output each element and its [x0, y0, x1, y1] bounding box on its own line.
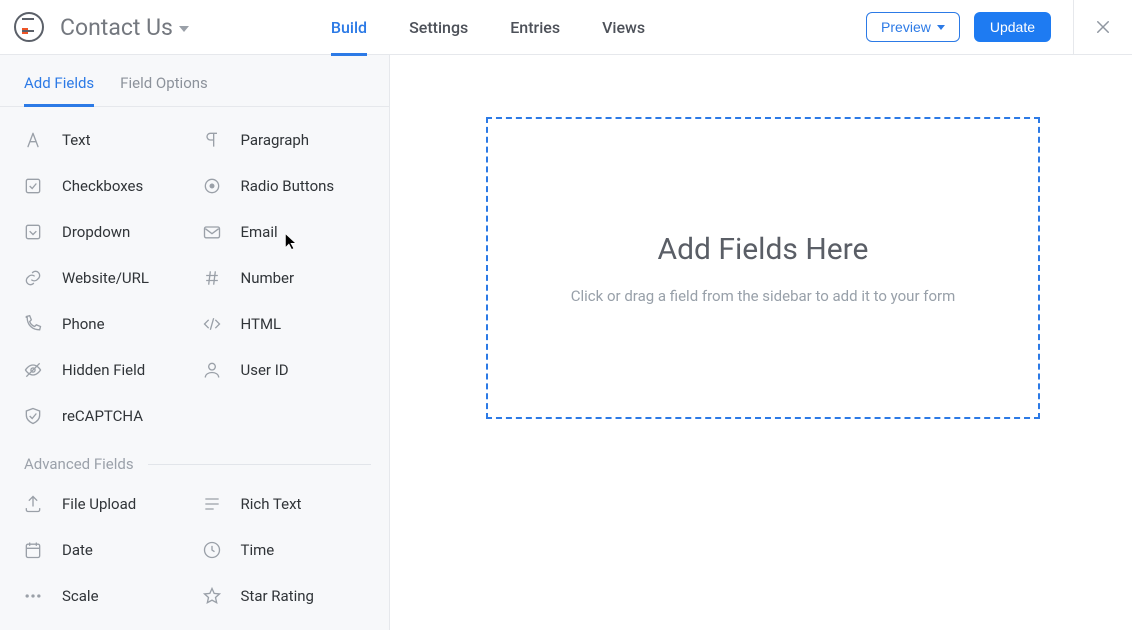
field-radio[interactable]: Radio Buttons	[197, 165, 372, 207]
close-button[interactable]	[1092, 16, 1114, 38]
radio-icon	[201, 175, 223, 197]
link-icon	[22, 267, 44, 289]
field-email[interactable]: Email	[197, 211, 372, 253]
field-richtext[interactable]: Rich Text	[197, 483, 372, 525]
field-label: Website/URL	[62, 269, 149, 287]
close-icon	[1094, 18, 1112, 36]
tab-build[interactable]: Build	[331, 0, 367, 55]
upload-icon	[22, 493, 44, 515]
form-canvas: Add Fields Here Click or drag a field fr…	[390, 55, 1132, 630]
dropzone-subtitle: Click or drag a field from the sidebar t…	[571, 287, 956, 305]
field-label: File Upload	[62, 495, 136, 513]
field-phone[interactable]: Phone	[18, 303, 193, 345]
field-label: Time	[241, 541, 275, 559]
field-label: Dropdown	[62, 223, 130, 241]
code-icon	[201, 313, 223, 335]
field-label: Text	[62, 131, 91, 149]
form-dropzone[interactable]: Add Fields Here Click or drag a field fr…	[486, 117, 1040, 419]
field-label: Scale	[62, 587, 99, 605]
field-label: Checkboxes	[62, 177, 143, 195]
chevron-down-icon	[179, 26, 189, 32]
form-title-dropdown[interactable]: Contact Us	[60, 14, 189, 41]
field-date[interactable]: Date	[18, 529, 193, 571]
field-label: User ID	[241, 361, 289, 379]
hash-icon	[201, 267, 223, 289]
field-text[interactable]: Text	[18, 119, 193, 161]
sidebar-field-list: Text Paragraph Checkboxes Radio Buttons Drop…	[0, 107, 389, 630]
form-title-text: Contact Us	[60, 14, 173, 41]
field-link[interactable]: Website/URL	[18, 257, 193, 299]
text-icon	[22, 129, 44, 151]
field-label: reCAPTCHA	[62, 407, 143, 425]
update-button[interactable]: Update	[974, 12, 1051, 42]
field-star[interactable]: Star Rating	[197, 575, 372, 617]
hidden-icon	[22, 359, 44, 381]
field-label: Phone	[62, 315, 105, 333]
preview-button[interactable]: Preview	[866, 12, 960, 42]
field-label: Star Rating	[241, 587, 314, 605]
field-user[interactable]: User ID	[197, 349, 372, 391]
sidebar-tab-field-options[interactable]: Field Options	[120, 74, 208, 106]
field-label: Hidden Field	[62, 361, 145, 379]
tab-settings[interactable]: Settings	[409, 0, 468, 55]
tab-views[interactable]: Views	[602, 0, 645, 55]
sidebar-tab-add-fields[interactable]: Add Fields	[24, 74, 94, 106]
header-actions: Preview Update	[866, 0, 1114, 55]
field-label: Date	[62, 541, 93, 559]
divider	[1073, 0, 1074, 55]
field-label: Email	[241, 223, 278, 241]
field-label: Radio Buttons	[241, 177, 335, 195]
field-scale[interactable]: Scale	[18, 575, 193, 617]
richtext-icon	[201, 493, 223, 515]
app-logo-icon	[14, 12, 44, 42]
shield-icon	[22, 405, 44, 427]
app-header: Contact Us Build Settings Entries Views …	[0, 0, 1132, 55]
field-hash[interactable]: Number	[197, 257, 372, 299]
chevron-down-icon	[937, 25, 945, 30]
field-code[interactable]: HTML	[197, 303, 372, 345]
field-dropdown[interactable]: Dropdown	[18, 211, 193, 253]
paragraph-icon	[201, 129, 223, 151]
field-time[interactable]: Time	[197, 529, 372, 571]
checkbox-icon	[22, 175, 44, 197]
field-label: Rich Text	[241, 495, 302, 513]
sidebar-section-advanced: Advanced Fields	[24, 455, 371, 473]
main-tabs: Build Settings Entries Views	[331, 0, 645, 55]
sidebar: Add Fields Field Options Text Paragraph Ch…	[0, 55, 390, 630]
field-checkbox[interactable]: Checkboxes	[18, 165, 193, 207]
field-label: Number	[241, 269, 295, 287]
dropdown-icon	[22, 221, 44, 243]
scale-icon	[22, 585, 44, 607]
user-icon	[201, 359, 223, 381]
field-hidden[interactable]: Hidden Field	[18, 349, 193, 391]
field-label: HTML	[241, 315, 282, 333]
date-icon	[22, 539, 44, 561]
star-icon	[201, 585, 223, 607]
field-paragraph[interactable]: Paragraph	[197, 119, 372, 161]
sidebar-tabs: Add Fields Field Options	[0, 55, 389, 107]
dropzone-title: Add Fields Here	[658, 232, 869, 267]
tab-entries[interactable]: Entries	[510, 0, 560, 55]
field-upload[interactable]: File Upload	[18, 483, 193, 525]
email-icon	[201, 221, 223, 243]
time-icon	[201, 539, 223, 561]
field-shield[interactable]: reCAPTCHA	[18, 395, 193, 437]
phone-icon	[22, 313, 44, 335]
field-label: Paragraph	[241, 131, 310, 149]
